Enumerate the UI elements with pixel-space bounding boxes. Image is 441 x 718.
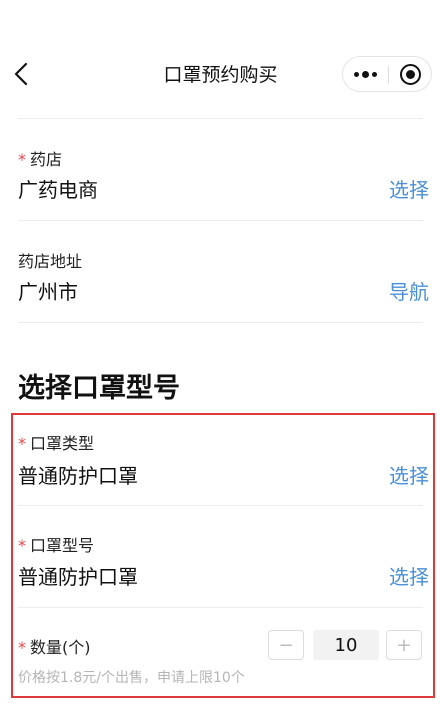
- increment-button[interactable]: +: [386, 630, 422, 660]
- navigate-button[interactable]: 导航: [389, 276, 429, 305]
- select-mask-type-button[interactable]: 选择: [389, 460, 429, 489]
- required-mark: *: [18, 638, 26, 657]
- section-title: 选择口罩型号: [18, 373, 180, 404]
- decrement-button[interactable]: −: [268, 630, 304, 660]
- required-mark: *: [18, 150, 26, 169]
- mask-type-value: 普通防护口罩: [18, 464, 138, 488]
- divider: [18, 607, 423, 608]
- select-pharmacy-button[interactable]: 选择: [389, 174, 429, 203]
- target-icon[interactable]: [400, 64, 421, 85]
- required-mark: *: [18, 536, 26, 555]
- required-mark: *: [18, 434, 26, 453]
- pharmacy-value: 广药电商: [18, 178, 98, 202]
- divider: [18, 505, 423, 506]
- quantity-label: * 数量(个): [18, 638, 91, 657]
- capsule-divider: [388, 66, 389, 84]
- quantity-input[interactable]: 10: [313, 630, 379, 660]
- address-label: 药店地址: [18, 252, 83, 271]
- navigation-bar: 口罩预约购买: [0, 0, 441, 112]
- mask-type-label: * 口罩类型: [18, 434, 95, 453]
- address-value: 广州市: [18, 280, 78, 304]
- divider: [18, 220, 423, 221]
- price-hint: 价格按1.8元/个出售，申请上限10个: [18, 670, 245, 686]
- pharmacy-label: * 药店: [18, 150, 63, 169]
- divider: [18, 118, 423, 119]
- select-mask-model-button[interactable]: 选择: [389, 561, 429, 590]
- mask-model-value: 普通防护口罩: [18, 565, 138, 589]
- divider: [18, 322, 423, 323]
- mask-model-label: * 口罩型号: [18, 536, 95, 555]
- mini-program-capsule: [342, 56, 432, 92]
- more-dots-icon[interactable]: [343, 57, 388, 91]
